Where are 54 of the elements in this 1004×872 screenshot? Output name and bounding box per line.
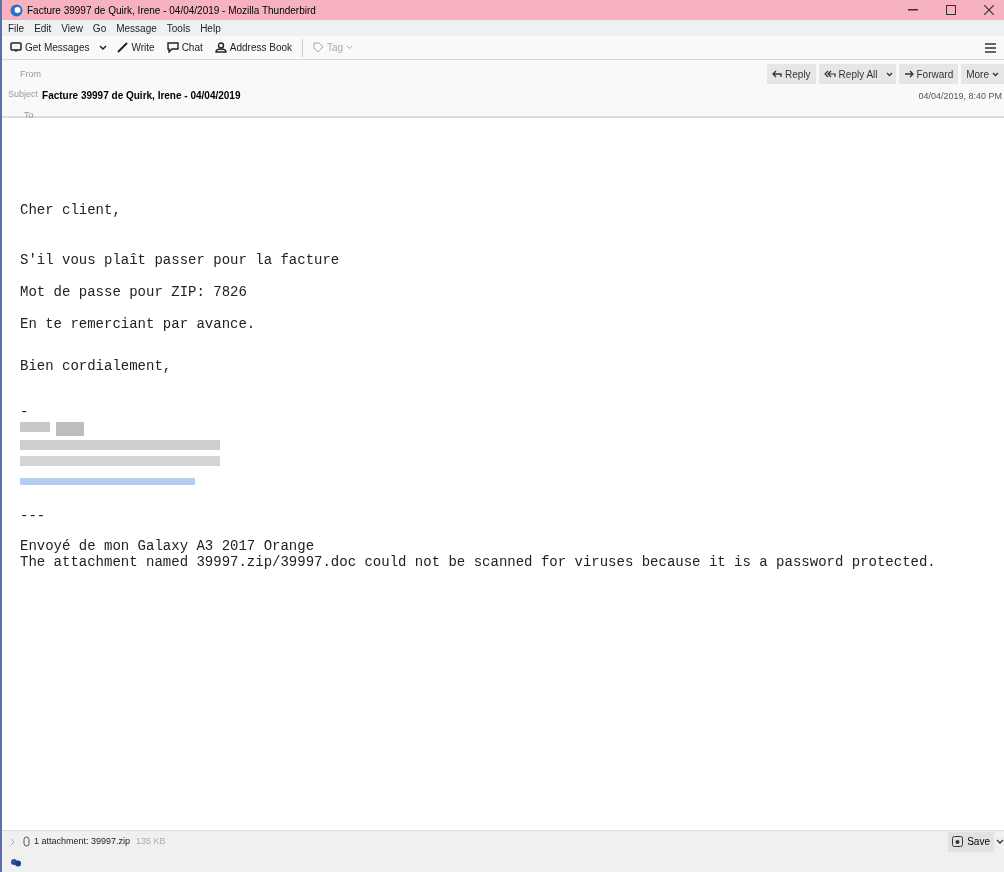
body-text: En te remerciant par avance. — [20, 316, 257, 332]
close-icon[interactable] — [984, 5, 994, 15]
caret-icon — [346, 45, 354, 50]
body-text: The attachment named 39997.zip/39997.doc could not be scanned for viruses because it is a password protected. — [20, 554, 937, 570]
speech-bubble-icon — [166, 42, 179, 53]
attachment-summary[interactable]: 1 attachment: 39997.zip — [34, 834, 131, 849]
body-text: Bien cordialement, — [20, 358, 173, 374]
paperclip-icon — [23, 836, 30, 847]
tag-icon — [313, 42, 325, 53]
contact-icon — [214, 42, 227, 53]
caret-icon — [992, 71, 999, 77]
menu-icon[interactable] — [985, 42, 996, 53]
action-button[interactable]: Forward — [898, 64, 959, 84]
subject-label: Subject — [8, 88, 39, 102]
menu-item[interactable]: Help — [200, 20, 221, 36]
toolbar-button[interactable]: Chat — [164, 37, 205, 58]
toolbar-button[interactable]: Get Messages — [8, 37, 92, 58]
menu-item[interactable]: Tools — [166, 20, 191, 36]
action-button[interactable]: More — [961, 64, 1004, 84]
action-button[interactable]: Reply All — [818, 64, 883, 84]
minimize-icon[interactable] — [908, 9, 918, 11]
reply-all-icon — [823, 70, 836, 78]
body-text: Envoyé de mon Galaxy A3 2017 Orange — [20, 538, 316, 554]
toolbar-button[interactable]: Address Book — [212, 37, 295, 58]
save-icon — [952, 836, 964, 847]
menu-item[interactable]: Message — [116, 20, 157, 36]
body-text: - — [20, 404, 30, 420]
body-text: S'il vous plaît passer pour la facture — [20, 252, 341, 268]
save-button[interactable]: Save — [948, 831, 994, 852]
attachment-size: 135 KB — [136, 834, 166, 848]
menu-item[interactable]: Go — [92, 20, 107, 36]
body-text: Mot de passe pour ZIP: 7826 — [20, 284, 248, 300]
subject-text: Facture 39997 de Quirk, Irene - 04/04/2019 — [42, 88, 241, 103]
menu-item[interactable]: Edit — [34, 20, 52, 36]
menu-item[interactable]: View — [61, 20, 83, 36]
caret-icon — [885, 71, 893, 77]
body-text: --- — [20, 508, 47, 524]
window-title: Facture 39997 de Quirk, Irene - 04/04/2019 - Mozilla Thunderbird — [27, 3, 316, 18]
app-logo-icon — [10, 3, 23, 17]
from-label: From — [20, 68, 42, 81]
menu-item[interactable]: File — [8, 20, 25, 36]
maximize-icon[interactable] — [946, 5, 956, 15]
body-text: Cher client, — [20, 202, 122, 218]
dropdown-icon[interactable] — [996, 838, 1004, 845]
date-text: 04/04/2019, 8:40 PM — [918, 90, 1003, 103]
reply-arrow-icon — [772, 70, 783, 78]
to-label: To — [24, 108, 35, 122]
inbox-icon — [10, 42, 22, 53]
action-button[interactable]: Reply — [767, 64, 816, 84]
forward-arrow-icon — [903, 70, 914, 78]
dropdown-icon[interactable] — [99, 44, 108, 51]
toolbar-button[interactable]: Write — [115, 37, 157, 58]
pencil-icon — [117, 42, 129, 53]
activity-icon — [10, 857, 22, 867]
